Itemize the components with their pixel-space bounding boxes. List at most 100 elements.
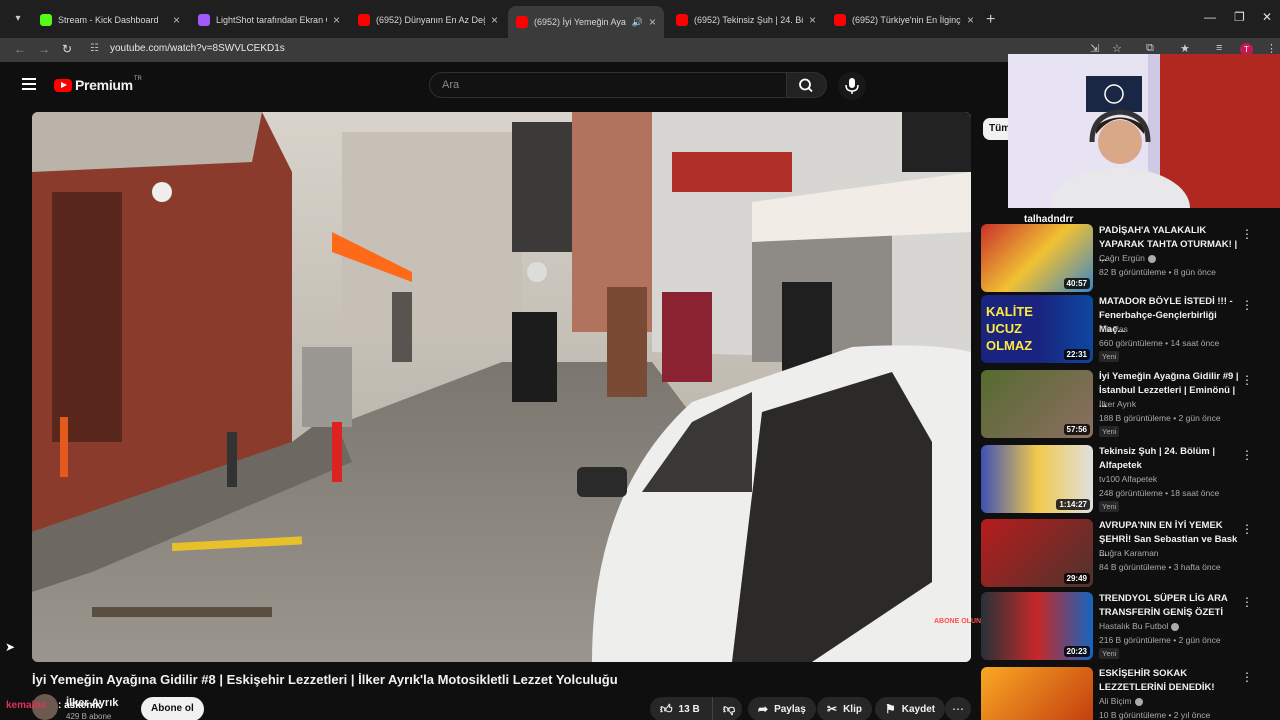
video-title[interactable]: ESKİŞEHİR SOKAK LEZZETLERİNİ DENEDİK! bbox=[1099, 667, 1239, 695]
verified-icon bbox=[1147, 254, 1156, 263]
channel-name[interactable]: İlker Ayrık bbox=[1099, 399, 1136, 409]
recommendation-item[interactable]: 40:57 PADİŞAH'A YALAKALIK YAPARAK TAHTA … bbox=[981, 224, 1271, 294]
share-button[interactable]: ➦ Paylaş bbox=[748, 697, 816, 720]
save-button[interactable]: ⚑ Kaydet bbox=[875, 697, 946, 720]
channel-name[interactable]: Buğra Karaman bbox=[1099, 548, 1159, 558]
tiktok-handle: talhadndrr bbox=[1024, 214, 1074, 225]
close-tab-icon[interactable]: × bbox=[173, 13, 180, 27]
video-thumbnail[interactable]: 29:49 bbox=[981, 519, 1093, 587]
video-meta: 248 görüntüleme • 18 saat önce bbox=[1099, 488, 1220, 498]
more-options-icon[interactable]: ⋮ bbox=[1241, 227, 1253, 241]
scissors-icon: ✂ bbox=[827, 702, 838, 716]
tab-title: LightShot tarafından Ekran Görüntüsü bbox=[216, 15, 327, 25]
dislike-button[interactable]: 👎︎ bbox=[712, 697, 742, 720]
video-thumbnail[interactable]: 57:56 bbox=[981, 370, 1093, 438]
video-title: İyi Yemeğin Ayağına Gidilir #8 | Eskişeh… bbox=[32, 672, 618, 687]
new-badge: Yeni bbox=[1099, 648, 1120, 659]
close-tab-icon[interactable]: × bbox=[649, 15, 656, 29]
youtube-premium-logo[interactable]: Premium TR bbox=[54, 76, 142, 93]
browser-tab[interactable]: LightShot tarafından Ekran Görüntüsü × bbox=[190, 6, 348, 34]
video-title[interactable]: TRENDYOL SÜPER LİG ARA TRANSFERİN GENİŞ … bbox=[1099, 592, 1239, 620]
recommendation-item[interactable]: KALİTE UCUZ OLMAZ 22:31 MATADOR BÖYLE İSTE… bbox=[981, 295, 1271, 365]
channel-name[interactable]: Klit Pas bbox=[1099, 324, 1128, 334]
video-thumbnail[interactable]: 20:23 bbox=[981, 592, 1093, 660]
video-player[interactable] bbox=[32, 112, 971, 662]
new-badge: Yeni bbox=[1099, 501, 1120, 512]
video-meta: 188 B görüntüleme • 2 gün önce bbox=[1099, 413, 1221, 423]
webcam-feed-image bbox=[1008, 54, 1280, 208]
browser-tab[interactable]: (6952) Dünyanın En Az Değer Verilen × bbox=[350, 6, 506, 34]
voice-search-button[interactable] bbox=[838, 72, 866, 100]
channel-name[interactable]: Ali Biçim bbox=[1099, 696, 1143, 706]
recommendation-item[interactable]: 29:49 AVRUPA'NIN EN İYİ YEMEK ŞEHRİ! San… bbox=[981, 519, 1271, 589]
new-tab-icon[interactable]: + bbox=[986, 11, 995, 29]
hamburger-menu-icon[interactable] bbox=[22, 78, 36, 90]
close-window-icon[interactable]: ✕ bbox=[1262, 10, 1272, 24]
video-thumbnail[interactable]: 40:57 bbox=[981, 224, 1093, 292]
like-button[interactable]: 👍︎ 13 B bbox=[650, 697, 712, 720]
stream-overlay-message: : askenik bbox=[58, 700, 101, 711]
browser-tab-active[interactable]: (6952) İyi Yemeğin Ayağına 🔊 × bbox=[508, 6, 664, 38]
search-button[interactable] bbox=[787, 72, 827, 98]
recommendation-item[interactable]: ESKİŞEHİR SOKAK LEZZETLERİNİ DENEDİK! Al… bbox=[981, 667, 1271, 720]
new-badge: Yeni bbox=[1099, 426, 1120, 437]
video-meta: 82 B görüntüleme • 8 gün önce bbox=[1099, 267, 1216, 277]
close-tab-icon[interactable]: × bbox=[333, 13, 340, 27]
browser-tab[interactable]: Stream - Kick Dashboard × bbox=[32, 6, 188, 34]
abone-overlay-badge[interactable]: ABONE OLUN! bbox=[934, 618, 983, 626]
channel-name[interactable]: Hastalık Bu Futbol bbox=[1099, 621, 1180, 631]
youtube-favicon-icon bbox=[516, 16, 528, 28]
channel-name[interactable]: tv100 Alfapetek bbox=[1099, 474, 1157, 484]
logo-country-code: TR bbox=[133, 76, 142, 82]
search-input[interactable] bbox=[430, 73, 786, 97]
video-duration: 20:23 bbox=[1063, 646, 1090, 657]
verified-icon bbox=[1134, 697, 1143, 706]
new-badge: Yeni bbox=[1099, 351, 1120, 362]
more-actions-icon[interactable]: ⋯ bbox=[945, 697, 971, 720]
video-thumbnail[interactable] bbox=[981, 667, 1093, 720]
more-options-icon[interactable]: ⋮ bbox=[1241, 595, 1253, 609]
more-options-icon[interactable]: ⋮ bbox=[1241, 298, 1253, 312]
channel-name[interactable]: Çağrı Ergün bbox=[1099, 253, 1156, 263]
microphone-icon bbox=[845, 78, 859, 94]
tab-title: (6952) Tekinsiz Şuh | 24. Bölüm bbox=[694, 15, 803, 25]
more-options-icon[interactable]: ⋮ bbox=[1241, 670, 1253, 684]
more-options-icon[interactable]: ⋮ bbox=[1241, 522, 1253, 536]
url-field[interactable]: youtube.com/watch?v=8SWVLCEKD1s bbox=[110, 43, 285, 54]
search-icon bbox=[799, 78, 813, 93]
more-options-icon[interactable]: ⋮ bbox=[1241, 448, 1253, 462]
youtube-favicon-icon bbox=[358, 14, 370, 26]
minimize-icon[interactable]: — bbox=[1204, 10, 1216, 24]
video-duration: 29:49 bbox=[1063, 573, 1090, 584]
speaker-icon[interactable]: 🔊 bbox=[632, 17, 643, 28]
youtube-favicon-icon bbox=[834, 14, 846, 26]
lightshot-favicon-icon bbox=[198, 14, 210, 26]
back-icon[interactable]: ← bbox=[14, 42, 26, 56]
video-thumbnail[interactable]: KALİTE UCUZ OLMAZ 22:31 bbox=[981, 295, 1093, 363]
kick-favicon-icon bbox=[40, 14, 52, 26]
forward-icon[interactable]: → bbox=[38, 42, 50, 56]
share-arrow-icon: ➦ bbox=[758, 702, 769, 716]
close-tab-icon[interactable]: × bbox=[491, 13, 498, 27]
maximize-icon[interactable]: ❐ bbox=[1234, 10, 1245, 24]
site-info-icon[interactable]: ☷ bbox=[90, 43, 99, 54]
like-count: 13 B bbox=[678, 703, 700, 715]
video-meta: 84 B görüntüleme • 3 hafta önce bbox=[1099, 562, 1221, 572]
tab-search-chevron-icon[interactable]: ▾ bbox=[8, 10, 28, 28]
video-thumbnail[interactable]: 1:14:27 bbox=[981, 445, 1093, 513]
close-tab-icon[interactable]: × bbox=[809, 13, 816, 27]
tab-title: Stream - Kick Dashboard bbox=[58, 15, 159, 25]
subscribe-button[interactable]: Abone ol bbox=[141, 697, 204, 720]
queue-icon[interactable]: ≡ bbox=[1216, 42, 1222, 54]
more-options-icon[interactable]: ⋮ bbox=[1241, 373, 1253, 387]
reload-icon[interactable]: ↻ bbox=[62, 42, 72, 56]
clip-button[interactable]: ✂ Klip bbox=[817, 697, 872, 720]
mouse-cursor-icon: ➤ bbox=[5, 640, 16, 654]
video-title[interactable]: Tekinsiz Şuh | 24. Bölüm | Alfapetek bbox=[1099, 445, 1239, 473]
browser-tab[interactable]: (6952) Türkiye'nin En İlginç Çıkarımları… bbox=[826, 6, 982, 34]
browser-tab[interactable]: (6952) Tekinsiz Şuh | 24. Bölüm × bbox=[668, 6, 824, 34]
recommendation-item[interactable]: 57:56 İyi Yemeğin Ayağına Gidilir #9 | İ… bbox=[981, 370, 1271, 440]
recommendation-item[interactable]: 20:23 TRENDYOL SÜPER LİG ARA TRANSFERİN … bbox=[981, 592, 1271, 662]
recommendation-item[interactable]: 1:14:27 Tekinsiz Şuh | 24. Bölüm | Alfap… bbox=[981, 445, 1271, 515]
close-tab-icon[interactable]: × bbox=[967, 13, 974, 27]
